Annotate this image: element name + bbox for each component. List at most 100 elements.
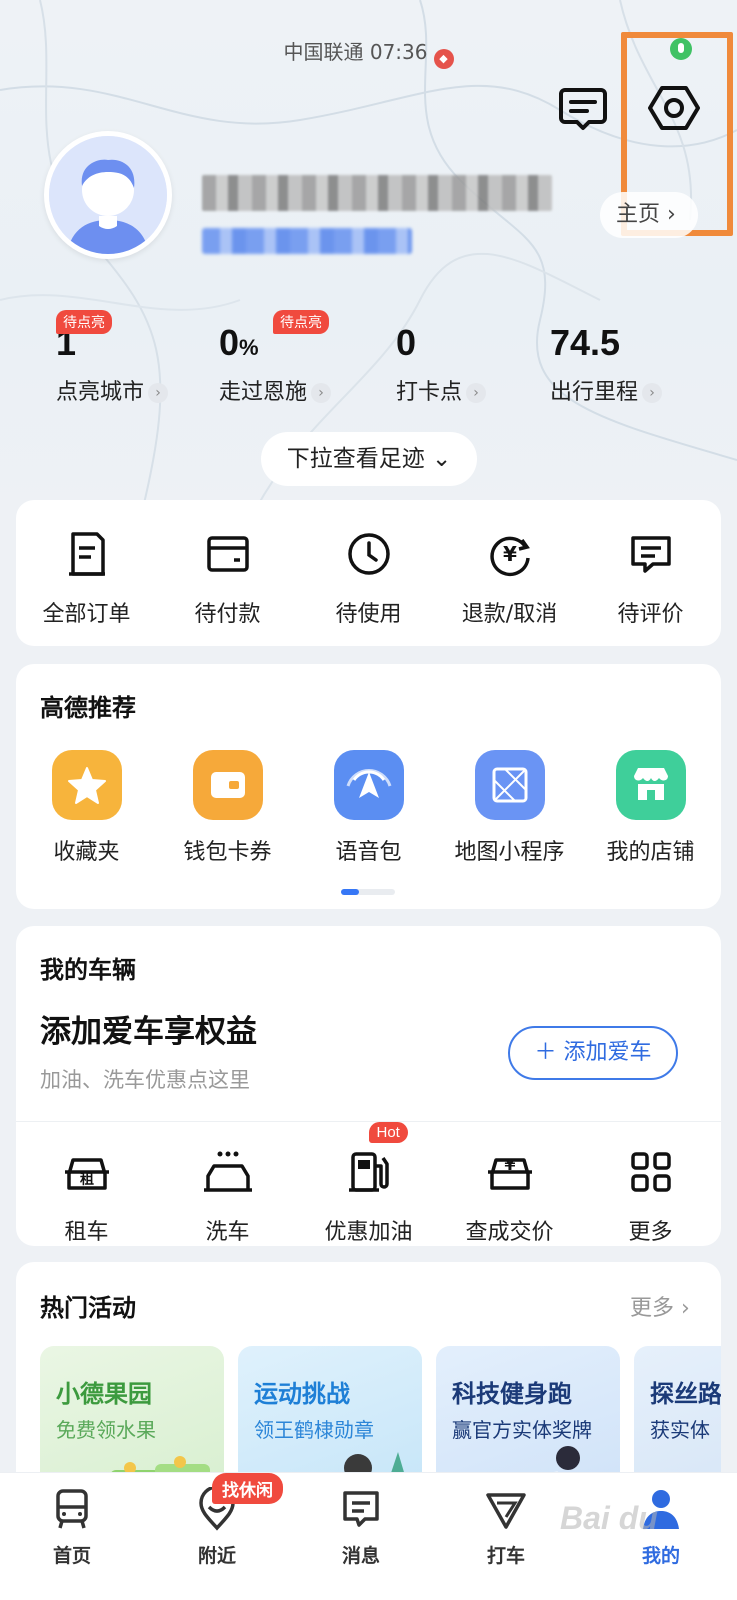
service-label: 优惠加油 <box>324 1220 413 1245</box>
fuel-icon: Hot <box>341 1122 408 1200</box>
baidu-watermark: Bai du <box>560 1500 658 1536</box>
location-shield-icon: ◆ <box>433 49 454 69</box>
service-car-price[interactable]: ¥ 查成交价 <box>439 1144 580 1246</box>
comment-icon <box>623 526 679 582</box>
svg-text:租: 租 <box>80 1171 94 1188</box>
stat-label: 走过恩施 <box>219 380 308 405</box>
stat-value: 0 <box>396 322 417 363</box>
order-to-use[interactable]: 待使用 <box>298 526 439 628</box>
refund-icon: ¥ <box>482 526 538 582</box>
order-refund[interactable]: ¥ 退款/取消 <box>439 526 580 628</box>
car-wash-icon <box>200 1144 256 1200</box>
recommend-wallet[interactable]: 钱包卡券 <box>157 750 298 866</box>
order-list-icon <box>59 526 115 582</box>
clock-icon <box>341 526 397 582</box>
stat-unit: % <box>239 335 259 360</box>
star-icon <box>51 750 122 820</box>
stat-label: 打卡点 <box>396 380 463 405</box>
section-title: 热门活动 <box>40 1294 136 1322</box>
add-car-button[interactable]: ＋ 添加爱车 <box>508 1026 678 1080</box>
recommend-label: 语音包 <box>335 840 402 865</box>
service-label: 洗车 <box>205 1220 250 1245</box>
nav-taxi[interactable]: 打车 <box>456 1487 556 1568</box>
activity-title: 探丝路 <box>650 1380 721 1408</box>
username-blurred <box>202 175 552 211</box>
order-label: 待使用 <box>335 602 402 627</box>
chevron-right-icon: › <box>311 383 332 403</box>
carrier-time: 中国联通 07:36 <box>283 40 428 64</box>
nav-label: 打车 <box>486 1545 525 1567</box>
leisure-badge: 找休闲 <box>212 1473 283 1504</box>
vehicle-headline: 添加爱车享权益 <box>40 1014 257 1050</box>
recommend-favorites[interactable]: 收藏夹 <box>16 750 157 866</box>
message-bubble-icon[interactable] <box>555 80 611 136</box>
pending-badge: 待点亮 <box>56 310 112 334</box>
nav-label: 附近 <box>197 1545 236 1567</box>
recommend-card: 高德推荐 收藏夹 钱包卡券 语音包 地图小程序 我的店铺 <box>16 664 721 909</box>
home-bus-icon <box>50 1487 94 1531</box>
hot-badge: Hot <box>368 1122 408 1143</box>
grid-more-icon <box>623 1144 679 1200</box>
voice-nav-icon <box>333 750 404 820</box>
stat-enshi[interactable]: 待点亮 0% 走过恩施 › <box>219 310 332 406</box>
svg-text:¥: ¥ <box>504 1155 515 1174</box>
service-more[interactable]: 更多 <box>580 1144 721 1246</box>
nav-label: 首页 <box>52 1545 91 1567</box>
order-label: 待付款 <box>194 602 261 627</box>
recommend-shop[interactable]: 我的店铺 <box>580 750 721 866</box>
page-indicator <box>341 889 395 895</box>
order-label: 全部订单 <box>42 602 131 627</box>
nav-home[interactable]: 首页 <box>22 1487 122 1568</box>
nav-label: 我的 <box>641 1545 680 1567</box>
shop-icon <box>615 750 686 820</box>
recommend-label: 地图小程序 <box>454 840 565 865</box>
recommend-voice[interactable]: 语音包 <box>298 750 439 866</box>
section-title: 我的车辆 <box>40 956 136 984</box>
stat-value: 74.5 <box>550 322 621 363</box>
activity-subtitle: 获实体 <box>650 1418 710 1442</box>
service-label: 租车 <box>64 1220 109 1245</box>
order-pending-payment[interactable]: 待付款 <box>157 526 298 628</box>
stat-mileage[interactable]: 74.5 出行里程 › <box>550 320 663 406</box>
nav-label: 消息 <box>341 1545 380 1567</box>
section-title: 高德推荐 <box>40 694 136 722</box>
chevron-right-icon: › <box>466 383 487 403</box>
orders-card: 全部订单 待付款 待使用 ¥ 退款/取消 待评价 <box>16 500 721 646</box>
order-label: 待评价 <box>617 602 684 627</box>
svg-text:¥: ¥ <box>503 542 517 566</box>
stat-value: 0 <box>219 322 240 363</box>
homepage-button[interactable]: 主页 › <box>600 192 698 238</box>
order-all[interactable]: 全部订单 <box>16 526 157 628</box>
message-icon <box>339 1487 383 1531</box>
service-rent-car[interactable]: 租 租车 <box>16 1144 157 1246</box>
stat-label: 出行里程 <box>550 380 639 405</box>
service-car-wash[interactable]: 洗车 <box>157 1144 298 1246</box>
car-price-icon: ¥ <box>482 1144 538 1200</box>
avatar[interactable] <box>44 131 172 259</box>
vehicle-subtitle: 加油、洗车优惠点这里 <box>40 1068 250 1092</box>
chevron-right-icon: › <box>642 383 663 403</box>
activity-title: 小德果园 <box>56 1380 152 1408</box>
nav-messages[interactable]: 消息 <box>311 1487 411 1568</box>
stat-checkins[interactable]: 0 打卡点 › <box>396 320 487 406</box>
stat-label: 点亮城市 <box>56 380 145 405</box>
recommend-label: 我的店铺 <box>606 840 695 865</box>
user-id-blurred <box>202 228 412 254</box>
rent-car-icon: 租 <box>59 1144 115 1200</box>
service-fuel[interactable]: Hot 优惠加油 <box>298 1122 439 1246</box>
activity-title: 运动挑战 <box>254 1380 350 1408</box>
wallet-card-icon <box>200 526 256 582</box>
activities-more-link[interactable]: 更多 › <box>630 1290 690 1322</box>
recommend-mini-program[interactable]: 地图小程序 <box>439 750 580 866</box>
divider <box>16 1121 721 1122</box>
service-label: 查成交价 <box>465 1220 554 1245</box>
stat-cities[interactable]: 待点亮 1 点亮城市 › <box>56 310 169 406</box>
wallet-icon <box>192 750 263 820</box>
chevron-right-icon: › <box>148 383 169 403</box>
vehicle-card: 我的车辆 添加爱车享权益 加油、洗车优惠点这里 ＋ 添加爱车 租 租车 洗车 H… <box>16 926 721 1246</box>
order-to-review[interactable]: 待评价 <box>580 526 721 628</box>
pulldown-footprint-button[interactable]: 下拉查看足迹 ⌄ <box>261 432 477 486</box>
activity-subtitle: 免费领水果 <box>56 1418 156 1442</box>
order-label: 退款/取消 <box>461 602 558 627</box>
recommend-label: 钱包卡券 <box>183 840 272 865</box>
